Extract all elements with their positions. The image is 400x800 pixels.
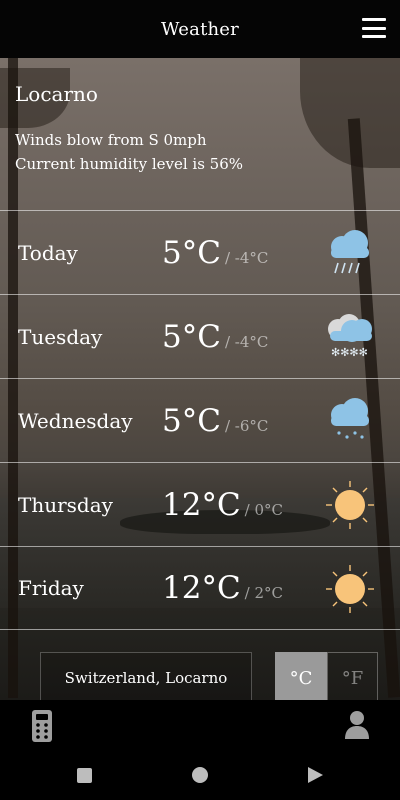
day-name: Thursday [18, 492, 113, 517]
fahrenheit-toggle[interactable]: °F [327, 652, 378, 704]
forecast-row[interactable]: Thursday 12°C / 0°C [0, 462, 400, 546]
day-name: Friday [18, 576, 84, 600]
drizzle-cloud-icon [331, 398, 369, 439]
svg-text:✻✻✻✻: ✻✻✻✻ [331, 346, 368, 359]
temp-high: 5°C [162, 402, 221, 439]
day-name: Wednesday [18, 408, 133, 433]
temp-low: / 0°C [244, 500, 284, 519]
day-name: Tuesday [18, 324, 103, 349]
temp-high: 12°C [162, 486, 241, 523]
temp-low: / 2°C [244, 584, 284, 602]
temperature: 5°C / -4°C [162, 319, 268, 355]
app-header: Weather [0, 0, 400, 58]
day-name: Today [18, 240, 78, 265]
overview-square-icon[interactable] [77, 768, 92, 783]
current-conditions: Locarno Winds blow from S 0mph Current h… [15, 82, 243, 176]
forecast-row[interactable]: Today 5°C / -4°C [0, 210, 400, 294]
temp-high: 5°C [162, 234, 221, 271]
home-circle-icon[interactable] [192, 767, 208, 783]
temperature: 12°C / 0°C [162, 487, 283, 523]
location-selector[interactable]: Switzerland, Locarno [40, 652, 252, 704]
celsius-toggle[interactable]: °C [275, 652, 327, 704]
temp-low: / -4°C [224, 248, 269, 267]
city-name: Locarno [15, 82, 98, 106]
temp-low: / -6°C [224, 416, 269, 435]
sun-icon [326, 565, 374, 613]
palm-fronds-right [300, 58, 400, 168]
back-triangle-icon[interactable] [308, 767, 323, 783]
temperature: 5°C / -4°C [162, 235, 268, 271]
sun-icon [326, 481, 374, 529]
forecast-row[interactable]: Friday 12°C / 2°C [0, 546, 400, 630]
profile-icon[interactable] [344, 710, 370, 740]
forecast-row[interactable]: Wednesday 5°C / -6°C [0, 378, 400, 462]
temp-low: / -4°C [224, 332, 269, 351]
temp-high: 5°C [162, 318, 221, 355]
location-unit-controls: Switzerland, Locarno °C °F [40, 652, 378, 704]
humidity-info: Current humidity level is 56% [15, 155, 244, 173]
temperature: 12°C / 2°C [162, 570, 283, 606]
wind-info: Winds blow from S 0mph [15, 131, 207, 149]
bottom-nav [0, 700, 400, 755]
hamburger-menu-icon[interactable] [362, 18, 386, 38]
temperature: 5°C / -6°C [162, 403, 268, 439]
forecast-row[interactable]: Tuesday 5°C / -4°C ✻✻✻✻ [0, 294, 400, 378]
app-title: Weather [161, 18, 239, 40]
system-navigation-bar [0, 755, 400, 800]
snow-cloud-icon: ✻✻✻✻ [328, 314, 372, 359]
remote-control-icon[interactable] [31, 709, 53, 743]
forecast-list: Today 5°C / -4°C Tuesday 5°C / -4°C ✻✻✻✻ [0, 210, 400, 630]
temp-high: 12°C [162, 570, 241, 606]
rain-cloud-icon [331, 230, 369, 274]
